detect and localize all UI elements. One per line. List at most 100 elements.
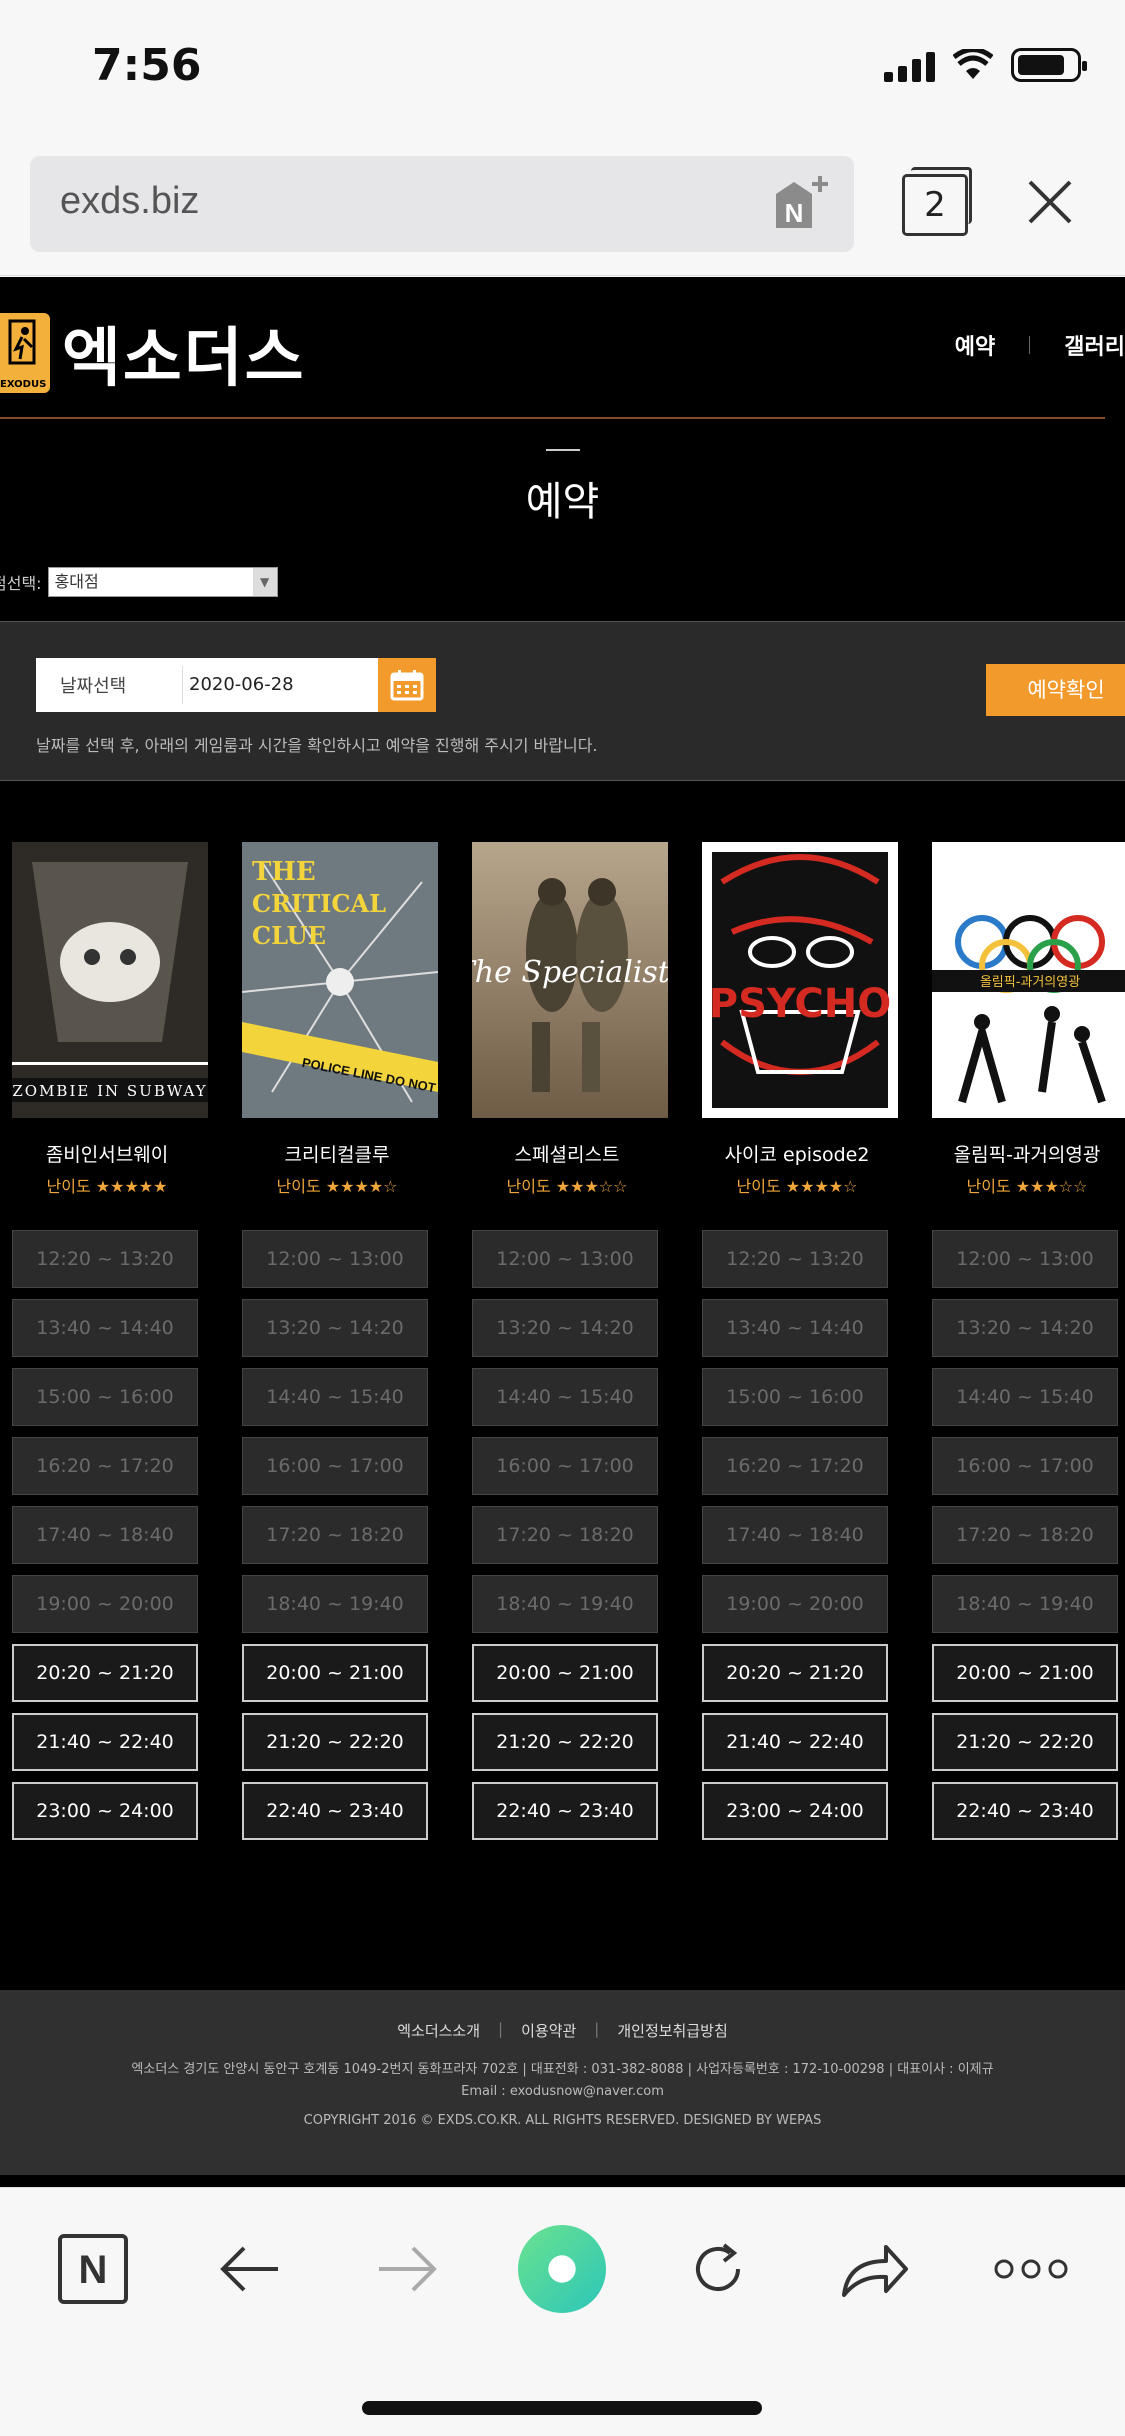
web-content: EXODUS 엑소더스 예약 갤러리 예약 점선택: 홍대점 ▼ 날짜선택 20… — [0, 277, 1125, 2187]
forward-button[interactable] — [362, 2224, 452, 2314]
branch-select[interactable]: 홍대점 ▼ — [47, 567, 278, 597]
svg-text:The Specialists: The Specialists — [472, 955, 668, 990]
time-slot-unavailable: 14:40 ~ 15:40 — [472, 1368, 658, 1426]
theme-card: THE CRITICAL CLUE POLICE LINE DO NOT CRO… — [242, 842, 438, 1840]
footer-link-privacy[interactable]: 개인정보취급방침 — [617, 2020, 727, 2041]
theme-card: The Specialists 스페셜리스트 난이도 ★★★☆☆ 12:00 ~… — [472, 842, 668, 1840]
time-slot-unavailable: 13:40 ~ 14:40 — [12, 1299, 198, 1357]
more-button[interactable] — [986, 2224, 1076, 2314]
time-slot-unavailable: 16:00 ~ 17:00 — [472, 1437, 658, 1495]
time-slot-unavailable: 12:00 ~ 13:00 — [242, 1230, 428, 1288]
date-input[interactable]: 2020-06-28 — [182, 666, 378, 704]
theme-name: 올림픽-과거의영광 — [953, 1144, 1101, 1166]
close-icon[interactable] — [1020, 172, 1080, 232]
theme-poster[interactable]: ZOMBIE IN SUBWAY — [12, 842, 208, 1118]
poster-image: PSYCHO — [702, 842, 898, 1118]
theme-difficulty: 난이도 ★★★☆☆ — [966, 1177, 1088, 1196]
time-slot-unavailable: 16:00 ~ 17:00 — [932, 1437, 1118, 1495]
wifi-icon — [953, 49, 993, 79]
time-slot-unavailable: 13:40 ~ 14:40 — [702, 1299, 888, 1357]
branch-selector: 점선택: 홍대점 ▼ — [0, 564, 278, 600]
home-indicator — [362, 2401, 762, 2415]
footer-company-info: 엑소더스 경기도 안양시 동안구 호계동 1049-2번지 동화프라자 702호… — [131, 2062, 994, 2077]
address-bar[interactable]: exds.biz N — [30, 156, 854, 252]
logo-text: 엑소더스 — [62, 322, 306, 396]
time-slot-available[interactable]: 21:20 ~ 22:20 — [472, 1713, 658, 1771]
time-slot-unavailable: 19:00 ~ 20:00 — [702, 1575, 888, 1633]
reservation-check-button[interactable]: 예약확인 — [986, 664, 1125, 716]
svg-text:올림픽-과거의영광: 올림픽-과거의영광 — [980, 975, 1080, 990]
time-slot-unavailable: 17:40 ~ 18:40 — [702, 1506, 888, 1564]
theme-name: 스페셜리스트 — [514, 1144, 620, 1166]
footer-link-about[interactable]: 엑소더스소개 — [397, 2020, 480, 2041]
time-slot-available[interactable]: 22:40 ~ 23:40 — [932, 1782, 1118, 1840]
time-slot-unavailable: 18:40 ~ 19:40 — [242, 1575, 428, 1633]
svg-text:PSYCHO: PSYCHO — [709, 981, 892, 1027]
nav-item-gallery[interactable]: 갤러리 — [1064, 329, 1125, 361]
date-picker: 날짜선택 2020-06-28 — [36, 658, 436, 712]
time-slot-available[interactable]: 20:20 ~ 21:20 — [12, 1644, 198, 1702]
time-slot-unavailable: 19:00 ~ 20:00 — [12, 1575, 198, 1633]
svg-text:THE: THE — [252, 857, 316, 887]
bottom-toolbar: N — [0, 2187, 1125, 2436]
theme-card: 올림픽-과거의영광 올림픽-과거의영광 난이도 ★★★☆☆ 12:00 ~ 13… — [932, 842, 1125, 1840]
time-slot-unavailable: 16:20 ~ 17:20 — [702, 1437, 888, 1495]
svg-text:N: N — [785, 198, 804, 228]
back-arrow-icon — [220, 2246, 278, 2292]
nav-divider — [1029, 336, 1031, 354]
reload-button[interactable] — [673, 2224, 763, 2314]
time-slot-available[interactable]: 20:20 ~ 21:20 — [702, 1644, 888, 1702]
share-button[interactable] — [830, 2224, 920, 2314]
calendar-icon — [390, 670, 424, 701]
time-slot-available[interactable]: 21:20 ~ 22:20 — [932, 1713, 1118, 1771]
nav-item-reservation[interactable]: 예약 — [955, 329, 995, 361]
green-dot-button[interactable] — [517, 2224, 607, 2314]
time-slot-unavailable: 17:20 ~ 18:20 — [242, 1506, 428, 1564]
naver-home-button[interactable]: N — [48, 2224, 138, 2314]
time-slot-available[interactable]: 23:00 ~ 24:00 — [12, 1782, 198, 1840]
footer-link-terms[interactable]: 이용약관 — [521, 2020, 576, 2041]
time-slot-available[interactable]: 22:40 ~ 23:40 — [472, 1782, 658, 1840]
theme-difficulty: 난이도 ★★★☆☆ — [506, 1177, 628, 1196]
time-slot-available[interactable]: 20:00 ~ 21:00 — [472, 1644, 658, 1702]
site-logo[interactable]: EXODUS 엑소더스 — [0, 307, 306, 399]
branch-label: 점선택: — [0, 574, 42, 593]
poster-image: ZOMBIE IN SUBWAY — [12, 842, 208, 1118]
time-slot-unavailable: 18:40 ~ 19:40 — [472, 1575, 658, 1633]
logo-mark-icon: EXODUS — [0, 313, 50, 393]
theme-poster[interactable]: 올림픽-과거의영광 — [932, 842, 1125, 1118]
poster-image: The Specialists — [472, 842, 668, 1118]
time-slot-unavailable: 16:20 ~ 17:20 — [12, 1437, 198, 1495]
reload-icon — [696, 2243, 740, 2291]
date-hint: 날짜를 선택 후, 아래의 게임룸과 시간을 확인하시고 예약을 진행해 주시기… — [36, 736, 598, 755]
time-slot-unavailable: 14:40 ~ 15:40 — [932, 1368, 1118, 1426]
theme-card: PSYCHO 사이코 episode2 난이도 ★★★★☆ 12:20 ~ 13… — [702, 842, 898, 1840]
battery-icon — [1011, 48, 1087, 82]
time-slot-available[interactable]: 20:00 ~ 21:00 — [932, 1644, 1118, 1702]
theme-poster[interactable]: THE CRITICAL CLUE POLICE LINE DO NOT CRO… — [242, 842, 438, 1118]
back-button[interactable] — [205, 2224, 295, 2314]
theme-poster[interactable]: PSYCHO — [702, 842, 898, 1118]
time-slot-unavailable: 17:20 ~ 18:20 — [472, 1506, 658, 1564]
calendar-button[interactable] — [378, 658, 436, 712]
time-slot-unavailable: 13:20 ~ 14:20 — [932, 1299, 1118, 1357]
browser-toolbar: exds.biz N 2 — [0, 140, 1125, 276]
svg-text:CRITICAL: CRITICAL — [252, 889, 386, 918]
time-slot-available[interactable]: 20:00 ~ 21:00 — [242, 1644, 428, 1702]
forward-arrow-icon — [379, 2246, 437, 2292]
theme-card: ZOMBIE IN SUBWAY 좀비인서브웨이 난이도 ★★★★★ 12:20… — [12, 842, 208, 1840]
time-slot-available[interactable]: 21:40 ~ 22:40 — [12, 1713, 198, 1771]
more-dots-icon — [994, 2259, 1068, 2279]
time-slot-available[interactable]: 22:40 ~ 23:40 — [242, 1782, 428, 1840]
theme-poster[interactable]: The Specialists — [472, 842, 668, 1118]
time-slots: 12:00 ~ 13:00 13:20 ~ 14:20 14:40 ~ 15:40 1… — [242, 1230, 428, 1851]
title-dash — [545, 449, 580, 451]
time-slot-unavailable: 12:00 ~ 13:00 — [472, 1230, 658, 1288]
svg-text:N: N — [79, 2248, 108, 2292]
time-slot-available[interactable]: 21:20 ~ 22:20 — [242, 1713, 428, 1771]
add-bookmark-icon[interactable]: N — [768, 172, 832, 236]
tabs-button[interactable]: 2 — [902, 167, 972, 236]
time-slot-available[interactable]: 23:00 ~ 24:00 — [702, 1782, 888, 1840]
time-slots: 12:20 ~ 13:20 13:40 ~ 14:40 15:00 ~ 16:00 1… — [12, 1230, 198, 1851]
time-slot-available[interactable]: 21:40 ~ 22:40 — [702, 1713, 888, 1771]
